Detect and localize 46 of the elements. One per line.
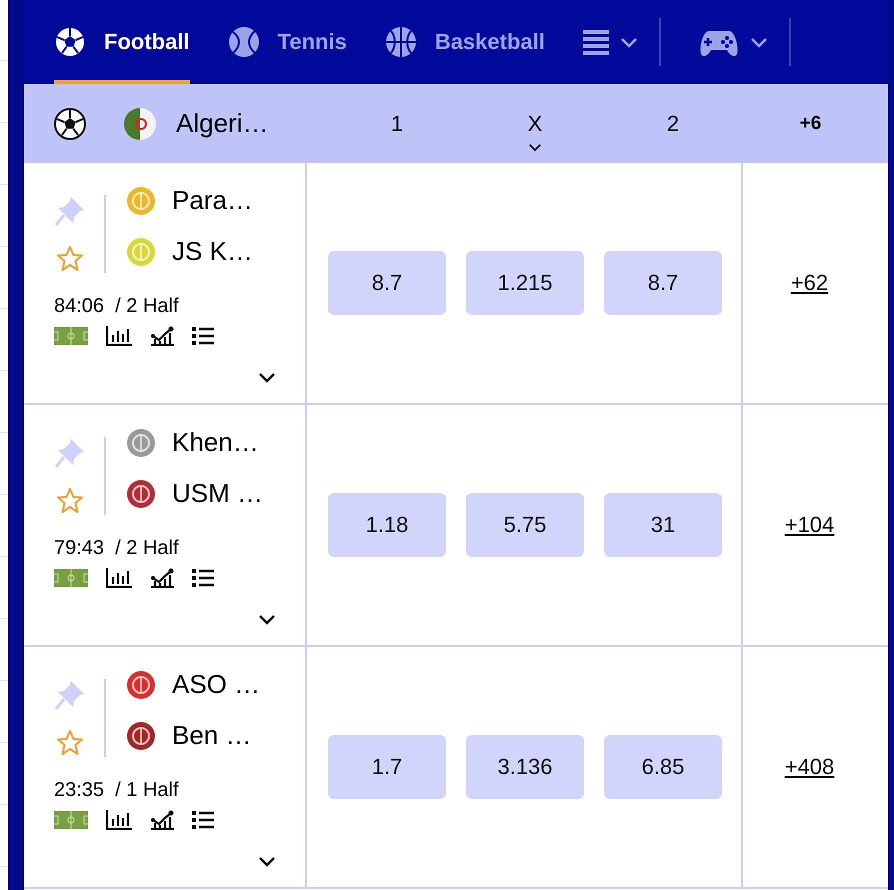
bar-chart-icon[interactable] [106, 810, 132, 830]
odds-button[interactable]: 31 [604, 493, 722, 557]
match-time: 23:35 / 1 Half [54, 779, 180, 802]
soccer-ball-icon [54, 108, 86, 140]
list-icon[interactable] [192, 568, 214, 588]
bar-chart-icon[interactable] [106, 326, 132, 346]
odds-button[interactable]: 5.75 [466, 493, 584, 557]
list-icon[interactable] [192, 326, 214, 346]
tennis-ball-icon [228, 26, 260, 58]
more-markets-link[interactable]: +104 [784, 512, 834, 538]
soccer-ball-icon [54, 26, 86, 58]
star-icon[interactable] [56, 245, 84, 273]
league-name: Algeri… [176, 108, 268, 139]
basketball-icon [384, 26, 417, 58]
star-icon[interactable] [56, 487, 84, 515]
column-label: 1 [390, 110, 404, 136]
flag-icon [124, 108, 156, 140]
menu-icon [582, 28, 609, 56]
odds-button[interactable]: 1.18 [328, 493, 446, 557]
column-label: 2 [666, 110, 680, 136]
team-name: JS K… [172, 236, 253, 267]
line-chart-icon[interactable] [150, 326, 174, 346]
more-markets-count: +6 [800, 112, 822, 134]
more-markets-link[interactable]: +62 [790, 270, 828, 296]
line-chart-icon[interactable] [150, 810, 174, 830]
list-icon[interactable] [192, 810, 214, 830]
odds-button[interactable]: 1.7 [328, 735, 446, 799]
odds-button[interactable]: 8.7 [328, 251, 446, 315]
line-chart-icon[interactable] [150, 568, 174, 588]
team-name: Para… [172, 185, 253, 216]
match-time: 79:43 / 2 Half [54, 537, 180, 560]
match-time: 84:06 / 2 Half [54, 295, 180, 318]
sport-tab[interactable]: Basketball [384, 0, 545, 84]
odds-button[interactable]: 8.7 [604, 251, 722, 315]
odds-button[interactable]: 6.85 [604, 735, 722, 799]
column-label: X [528, 110, 542, 136]
sport-tab[interactable]: Tennis [228, 0, 347, 84]
team-name: ASO … [172, 669, 260, 700]
team-name: USM … [172, 478, 263, 509]
star-icon[interactable] [56, 729, 84, 757]
odds-button[interactable]: 1.215 [466, 251, 584, 315]
team-name: Ben … [172, 720, 252, 751]
bar-chart-icon[interactable] [106, 568, 132, 588]
team-name: Khen… [172, 427, 259, 458]
more-markets-link[interactable]: +408 [784, 754, 834, 780]
odds-button[interactable]: 3.136 [466, 735, 584, 799]
